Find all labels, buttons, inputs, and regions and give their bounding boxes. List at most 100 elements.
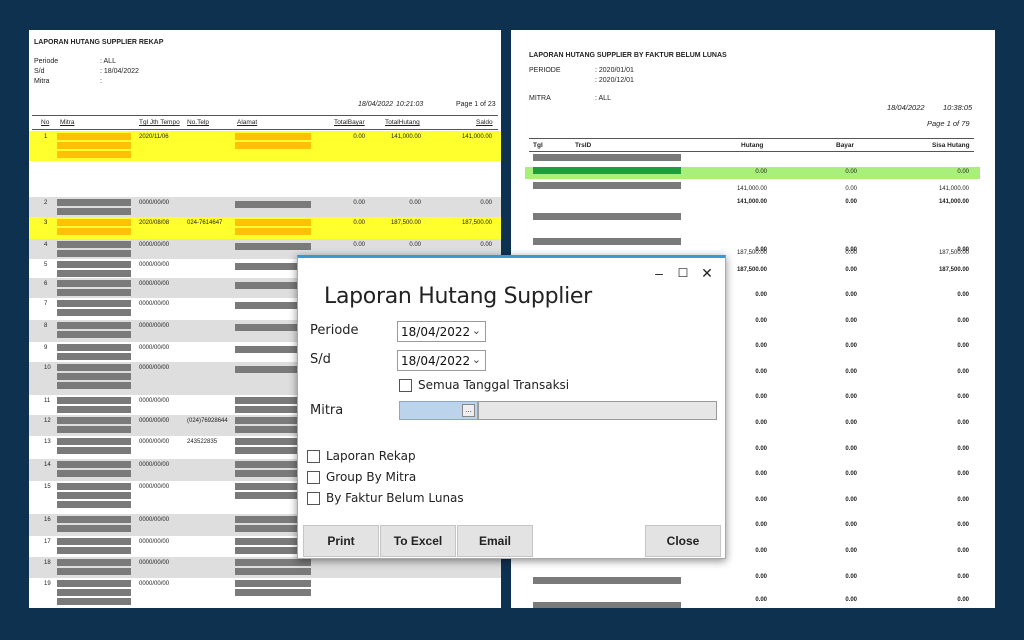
page-info: Page 1 of 23 <box>456 101 496 108</box>
row-sisa: 0.00 <box>957 497 969 503</box>
redacted-trans <box>533 577 681 584</box>
email-button[interactable]: Email <box>457 525 533 557</box>
row-sisa: 187,500.00 <box>938 267 969 273</box>
redacted-mitra <box>57 470 131 477</box>
row-hutang: 0.00 <box>755 574 767 580</box>
table-row: 3 2020/08/08 024-7614647 0.00 187,500.00 187,… <box>29 217 501 239</box>
col-header-hutang: Hutang <box>741 142 764 149</box>
browse-button[interactable]: ... <box>462 404 475 417</box>
print-button[interactable]: Print <box>303 525 379 557</box>
row-sisa: 0.00 <box>957 446 969 452</box>
redacted-mitra <box>57 270 131 277</box>
row-phone: (024)76928644 <box>187 418 228 424</box>
redacted-alamat <box>235 589 311 596</box>
row-no: 2 <box>44 200 48 206</box>
page-info: Page 1 of 79 <box>927 119 970 128</box>
redacted-alamat <box>235 243 311 250</box>
chevron-down-icon: ⌄ <box>471 324 481 337</box>
row-total-bayar: 0.00 <box>353 200 365 206</box>
row-sisa: 0.00 <box>957 597 969 603</box>
row-no: 9 <box>44 345 48 351</box>
sd-label: S/d <box>310 352 331 367</box>
row-bayar: 0.00 <box>845 420 857 426</box>
row-saldo: 0.00 <box>480 242 492 248</box>
col-header-tgl: Tgl <box>533 142 543 149</box>
row-sisa: 0.00 <box>957 394 969 400</box>
redacted-mitra <box>57 142 131 149</box>
row-bayar: 0.00 <box>845 267 857 273</box>
close-button[interactable]: Close <box>645 525 721 557</box>
redacted-mitra <box>57 580 131 587</box>
divider <box>32 129 498 130</box>
divider <box>529 138 974 139</box>
row-total-bayar: 0.00 <box>353 220 365 226</box>
redacted-mitra <box>57 364 131 371</box>
row-date: 0000/00/00 <box>139 581 170 587</box>
row-bayar: 0.00 <box>845 318 857 324</box>
row-date: 0000/00/00 <box>139 365 170 371</box>
redacted-mitra <box>57 492 131 499</box>
row-bayar: 0.00 <box>845 186 857 192</box>
redacted-mitra <box>57 353 131 360</box>
table-row: 2 0000/00/00 0.00 0.00 0.00 <box>29 197 501 217</box>
redacted-mitra <box>57 447 131 454</box>
row-bayar: 0.00 <box>845 199 857 205</box>
row-sisa: 0.00 <box>957 471 969 477</box>
table-row: 141,000.00 0.00 141,000.00 <box>511 197 995 209</box>
col-header-saldo: Saldo <box>476 119 493 126</box>
row-total-hutang: 141,000.00 <box>390 134 421 140</box>
maximize-icon[interactable]: ☐ <box>671 264 695 282</box>
row-date: 0000/00/00 <box>139 418 170 424</box>
redacted-mitra <box>57 589 131 596</box>
row-sisa: 0.00 <box>957 522 969 528</box>
minimize-icon[interactable]: – <box>647 264 671 282</box>
semua-tanggal-checkbox[interactable] <box>399 379 412 392</box>
table-row: 1 2020/11/06 0.00 141,000.00 141,000.00 <box>29 131 501 161</box>
row-no: 14 <box>44 462 51 468</box>
print-time: 10:21:03 <box>396 101 424 108</box>
row-date: 0000/00/00 <box>139 281 170 287</box>
col-header-trsid: TrsID <box>575 142 592 149</box>
row-date: 0000/00/00 <box>139 200 170 206</box>
redacted-mitra <box>57 568 131 575</box>
row-sisa: 0.00 <box>957 343 969 349</box>
mitra-code-input[interactable]: ... <box>399 401 478 420</box>
redacted-mitra <box>57 598 131 605</box>
report-meta-mitra: Mitra: <box>34 78 102 85</box>
to-excel-button[interactable]: To Excel <box>380 525 456 557</box>
col-header-telp: No.Telp <box>187 119 210 126</box>
laporan-rekap-checkbox[interactable] <box>307 450 320 463</box>
row-bayar: 0.00 <box>845 522 857 528</box>
table-row: 19 0000/00/00 <box>29 578 501 608</box>
row-date: 0000/00/00 <box>139 560 170 566</box>
row-phone: 024-7614647 <box>187 220 223 226</box>
redacted-mitra <box>57 525 131 532</box>
row-no: 13 <box>44 439 51 445</box>
mitra-label: Mitra <box>310 403 344 418</box>
row-hutang: 0.00 <box>755 597 767 603</box>
periode-date-picker[interactable]: 18/04/2022 ⌄ <box>397 321 486 342</box>
row-no: 8 <box>44 323 48 329</box>
row-total-hutang: 0.00 <box>409 242 421 248</box>
row-sisa: 187,500.00 <box>938 250 969 256</box>
row-date: 0000/00/00 <box>139 301 170 307</box>
close-icon[interactable]: ✕ <box>695 264 719 282</box>
row-no: 6 <box>44 281 48 287</box>
report-meta-periode-end: : 2020/12/01 <box>595 77 634 84</box>
group-by-mitra-checkbox[interactable] <box>307 471 320 484</box>
print-date: 18/04/2022 <box>887 103 925 112</box>
redacted-mitra <box>57 406 131 413</box>
redacted-alamat <box>235 559 311 566</box>
row-bayar: 0.00 <box>845 169 857 175</box>
redacted-trans <box>533 213 681 220</box>
redacted-mitra <box>57 501 131 508</box>
row-no: 19 <box>44 581 51 587</box>
row-bayar: 0.00 <box>845 292 857 298</box>
redacted-mitra <box>57 322 131 329</box>
row-no: 4 <box>44 242 48 248</box>
row-saldo: 0.00 <box>480 200 492 206</box>
by-faktur-checkbox[interactable] <box>307 492 320 505</box>
row-date: 0000/00/00 <box>139 398 170 404</box>
sd-date-picker[interactable]: 18/04/2022 ⌄ <box>397 350 486 371</box>
redacted-trans <box>533 602 681 608</box>
